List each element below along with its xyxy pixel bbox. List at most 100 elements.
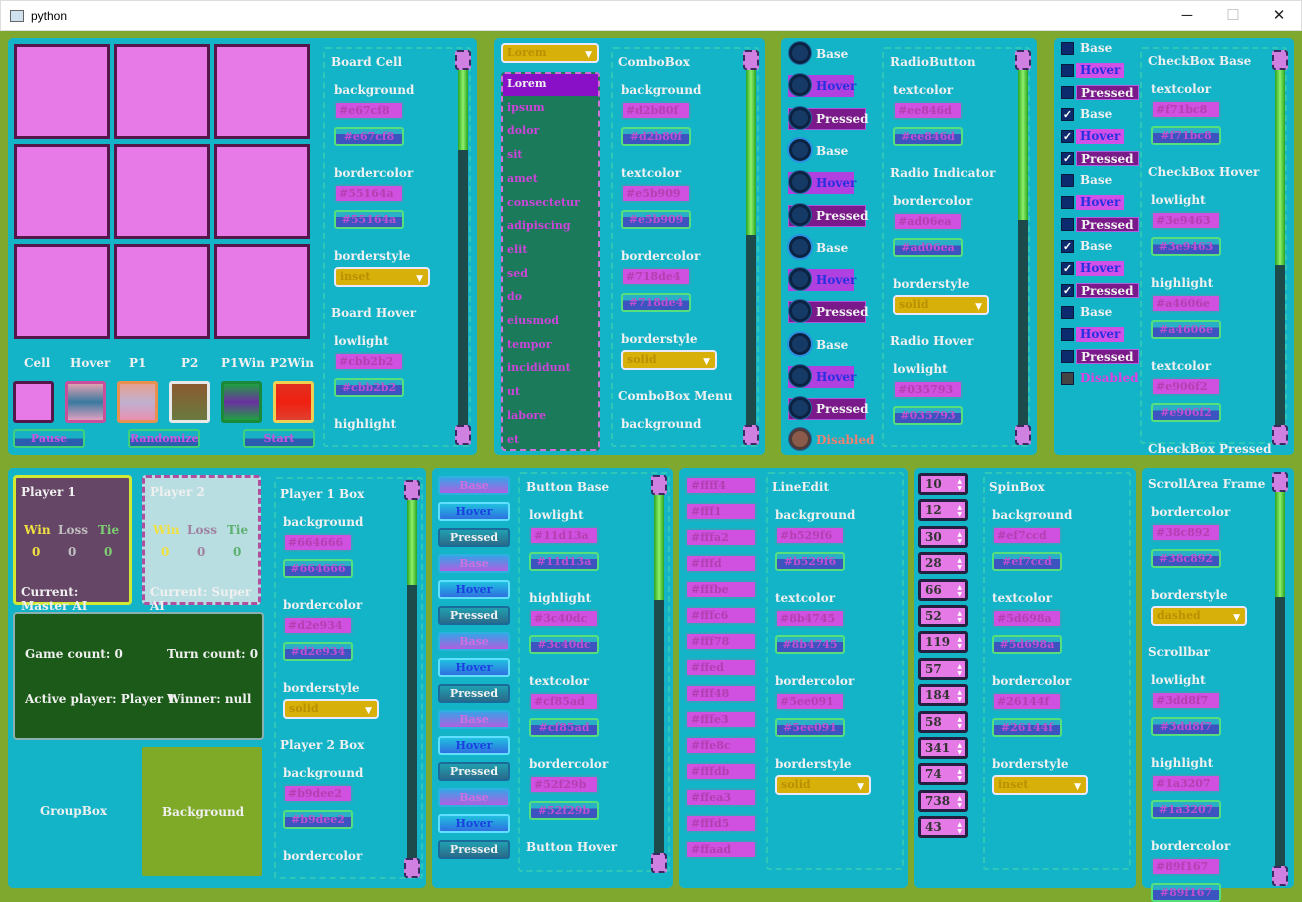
button-props-scrollbar[interactable] — [651, 475, 667, 873]
spin-box[interactable]: 184 ▲ ▼ — [918, 684, 968, 707]
style-button[interactable]: Base — [438, 788, 510, 807]
board-props-scrollbar[interactable] — [455, 50, 471, 445]
board-cell[interactable] — [114, 244, 210, 339]
combo-menu-item[interactable]: sed — [507, 267, 528, 280]
color-swatch[interactable]: #e5b909 — [621, 184, 691, 203]
style-button[interactable]: Pressed — [438, 840, 510, 859]
combo-menu-item[interactable]: adipiscing — [507, 219, 571, 232]
spin-box[interactable]: 738 ▲ ▼ — [918, 789, 968, 812]
checkbox-indicator[interactable] — [1061, 86, 1074, 99]
style-button[interactable]: Pressed — [438, 762, 510, 781]
combo-box[interactable]: Lorem ▼ — [501, 43, 599, 63]
color-field[interactable]: #8b4745 — [775, 635, 845, 654]
radio-label[interactable]: Pressed — [816, 209, 869, 223]
combo-menu-item[interactable]: ut — [507, 385, 520, 398]
scrollarea-scrollbar[interactable] — [1272, 472, 1288, 886]
color-field[interactable]: #3e9463 — [1151, 237, 1221, 256]
color-swatch[interactable]: #8b4745 — [775, 609, 845, 628]
line-edit[interactable]: #fffe3 — [685, 710, 757, 729]
borderstyle-combo[interactable]: inset ▼ — [992, 775, 1088, 795]
checkbox-label[interactable]: Base — [1076, 305, 1116, 320]
checkbox-label[interactable]: Base — [1076, 107, 1116, 122]
color-field[interactable]: #cbb2b2 — [334, 378, 404, 397]
color-field[interactable]: #e906f2 — [1151, 403, 1221, 422]
combo-menu-item[interactable]: et — [507, 433, 519, 446]
borderstyle-combo[interactable]: solid ▼ — [775, 775, 871, 795]
color-field[interactable]: #cf85ad — [529, 718, 599, 737]
style-swatch[interactable] — [273, 381, 314, 423]
combo-menu-item[interactable]: do — [507, 290, 522, 303]
spin-box[interactable]: 52 ▲ ▼ — [918, 605, 968, 627]
line-edit[interactable]: #ffed — [685, 658, 757, 677]
color-field[interactable]: #d2e934 — [283, 642, 353, 661]
spin-arrows-icon[interactable]: ▲ ▼ — [957, 504, 962, 518]
color-field[interactable]: #035793 — [893, 406, 963, 425]
checkbox-label[interactable]: Hover — [1076, 129, 1125, 144]
start-button[interactable]: Start — [243, 429, 315, 448]
checkbox-label[interactable]: Pressed — [1076, 151, 1139, 166]
spin-arrows-icon[interactable]: ▲ ▼ — [957, 610, 962, 624]
spin-arrows-icon[interactable]: ▲ ▼ — [957, 768, 962, 782]
radio-indicator[interactable] — [789, 42, 811, 64]
color-swatch[interactable]: #f71bc8 — [1151, 100, 1221, 119]
checkbox-props-scrollbar[interactable] — [1272, 50, 1288, 445]
checkbox-label[interactable]: Pressed — [1076, 349, 1139, 364]
style-button[interactable]: Hover — [438, 580, 510, 599]
minimize-button[interactable]: ─ — [1164, 1, 1210, 32]
color-field[interactable]: #ad06ea — [893, 238, 963, 257]
spin-box[interactable]: 43 ▲ ▼ — [918, 816, 968, 839]
color-swatch[interactable]: #3dd8f7 — [1151, 691, 1221, 710]
radio-label[interactable]: Base — [816, 47, 848, 61]
radio-label[interactable]: Hover — [816, 176, 856, 190]
checkbox-indicator[interactable] — [1061, 196, 1074, 209]
color-swatch[interactable]: #cf85ad — [529, 692, 599, 711]
color-field[interactable]: #f71bc8 — [1151, 126, 1221, 145]
color-swatch[interactable]: #ef7ccd — [992, 526, 1062, 545]
style-button[interactable]: Pressed — [438, 684, 510, 703]
color-swatch[interactable]: #d2b80f — [621, 101, 691, 120]
style-button[interactable]: Pressed — [438, 528, 510, 547]
checkbox-indicator[interactable]: ✓ — [1061, 108, 1074, 121]
color-field[interactable]: #3dd8f7 — [1151, 717, 1221, 736]
style-swatch[interactable] — [13, 381, 54, 423]
borderstyle-combo[interactable]: solid ▼ — [283, 699, 379, 719]
combo-menu-item[interactable]: Lorem — [507, 77, 547, 90]
color-swatch[interactable]: #e67cf8 — [334, 101, 404, 120]
color-field[interactable]: #89f167 — [1151, 883, 1221, 902]
checkbox-indicator[interactable] — [1061, 306, 1074, 319]
style-swatch[interactable] — [169, 381, 210, 423]
color-swatch[interactable]: #b529f6 — [775, 526, 845, 545]
player-props-scrollbar[interactable] — [404, 480, 420, 878]
line-edit[interactable]: #fff1 — [685, 502, 757, 521]
color-swatch[interactable]: #035793 — [893, 380, 963, 399]
radio-label[interactable]: Base — [816, 144, 848, 158]
color-field[interactable]: #d2b80f — [621, 127, 691, 146]
checkbox-indicator[interactable] — [1061, 350, 1074, 363]
color-field[interactable]: #718de4 — [621, 293, 691, 312]
color-field[interactable]: #11d13a — [529, 552, 599, 571]
line-edit[interactable]: #fff78 — [685, 632, 757, 651]
spin-box[interactable]: 66 ▲ ▼ — [918, 578, 968, 601]
spin-arrows-icon[interactable]: ▲ ▼ — [957, 478, 962, 492]
checkbox-label[interactable]: Hover — [1076, 261, 1125, 276]
color-field[interactable]: #b529f6 — [775, 552, 845, 571]
radio-label[interactable]: Hover — [816, 370, 856, 384]
checkbox-label[interactable]: Hover — [1076, 63, 1125, 78]
spin-arrows-icon[interactable]: ▲ ▼ — [957, 795, 962, 809]
checkbox-label[interactable]: Hover — [1076, 327, 1125, 342]
radio-label[interactable]: Hover — [816, 273, 856, 287]
color-swatch[interactable]: #d2e934 — [283, 616, 353, 635]
checkbox-label[interactable]: Hover — [1076, 195, 1125, 210]
style-button[interactable]: Base — [438, 476, 510, 495]
checkbox-label[interactable]: Base — [1076, 173, 1116, 188]
radio-indicator[interactable] — [789, 235, 811, 258]
radio-indicator[interactable] — [789, 365, 811, 387]
style-button[interactable]: Hover — [438, 502, 510, 521]
color-field[interactable]: #3c40dc — [529, 635, 599, 654]
color-swatch[interactable]: #664666 — [283, 533, 353, 552]
color-field[interactable]: #b9dee2 — [283, 810, 353, 829]
color-field[interactable]: #e5b909 — [621, 210, 691, 229]
color-swatch[interactable]: #cbb2b2 — [334, 352, 404, 371]
color-swatch[interactable]: #26144f — [992, 692, 1062, 711]
color-field[interactable]: #38c892 — [1151, 549, 1221, 568]
